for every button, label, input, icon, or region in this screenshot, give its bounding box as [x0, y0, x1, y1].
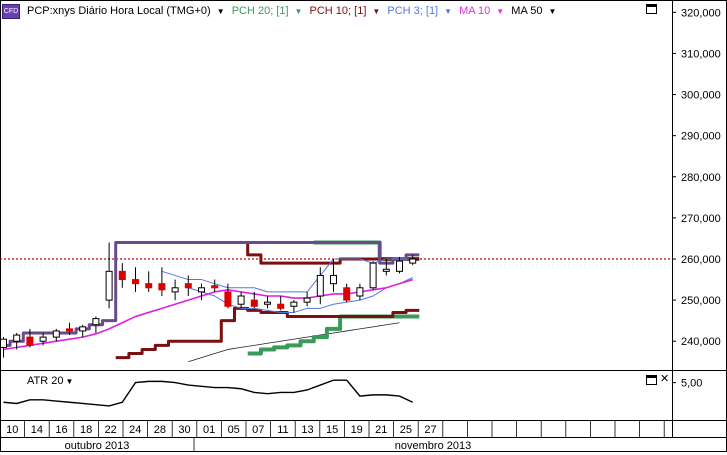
- candle-body: [198, 287, 205, 293]
- date-tick-label: 30: [178, 424, 190, 436]
- candle-body: [105, 270, 113, 301]
- candle-body: [237, 295, 245, 305]
- candle-body: [409, 258, 417, 264]
- pch10-upper-line: [115, 241, 420, 265]
- price-tick-label: 240,000: [681, 336, 721, 348]
- instrument-dropdown-icon[interactable]: ▼: [217, 7, 225, 16]
- candle-body: [224, 291, 232, 307]
- date-tick-label: 14: [31, 424, 43, 436]
- candle-body: [66, 328, 73, 332]
- date-tick-label: 01: [203, 424, 215, 436]
- candle-body: [92, 318, 100, 326]
- candle-body: [264, 301, 271, 305]
- legend-pch3[interactable]: PCH 3; [1]: [387, 5, 438, 17]
- candle-body: [39, 336, 47, 342]
- candle-body: [171, 287, 179, 293]
- pch3-dropdown-icon[interactable]: ▼: [444, 7, 452, 16]
- pch20-lower-line: [247, 314, 420, 356]
- candle-body: [211, 285, 219, 289]
- candle-body: [330, 274, 337, 285]
- candle-body: [118, 270, 126, 281]
- candle-body: [13, 334, 21, 342]
- date-tick-label: 11: [277, 424, 288, 436]
- month-label: outubro 2013: [65, 440, 130, 452]
- date-tick-label: 05: [228, 424, 240, 436]
- chart-canvas[interactable]: 320,000 310,000 300,000 290,000 280,000 270,0…: [0, 0, 727, 452]
- legend-pch10[interactable]: PCH 10; [1]: [310, 5, 367, 17]
- candle-body: [52, 330, 60, 338]
- atr-dropdown-icon[interactable]: ▼: [65, 377, 73, 386]
- date-tick-label: 24: [129, 424, 141, 436]
- candle-body: [158, 283, 166, 291]
- price-tick-label: 270,000: [681, 213, 721, 225]
- candle-body: [277, 303, 285, 309]
- main-panel-maximize-icon[interactable]: [646, 4, 657, 14]
- candle-body: [250, 299, 258, 307]
- atr-legend: ATR 20 ▼: [27, 375, 79, 388]
- legend-ma50[interactable]: MA 50: [511, 5, 542, 17]
- ma10-dropdown-icon[interactable]: ▼: [496, 7, 504, 16]
- month-label: novembro 2013: [395, 440, 471, 452]
- date-tick-label: 07: [252, 424, 264, 436]
- date-tick-label: 10: [6, 424, 18, 436]
- pch3-lower-line: [188, 277, 413, 313]
- candle-body: [79, 326, 87, 332]
- pch20-dropdown-icon[interactable]: ▼: [295, 7, 303, 16]
- date-tick-label: 27: [424, 424, 436, 436]
- candle-body: [356, 287, 364, 297]
- candle-body: [290, 301, 298, 307]
- instrument-title[interactable]: PCP:xnys Diário Hora Local (TMG+0): [27, 5, 211, 17]
- date-tick-label: 25: [400, 424, 412, 436]
- atr-label[interactable]: ATR 20: [27, 375, 63, 387]
- date-tick-label: 19: [351, 424, 363, 436]
- indicator-legend: PCP:xnys Diário Hora Local (TMG+0) ▼ PCH …: [27, 4, 560, 18]
- legend-ma10[interactable]: MA 10: [459, 5, 490, 17]
- atr-panel-close-icon[interactable]: ✕: [660, 374, 669, 385]
- candle-body: [184, 283, 192, 289]
- price-tick-label: 310,000: [681, 48, 721, 60]
- price-tick-label: 300,000: [681, 90, 721, 102]
- candle-body: [26, 336, 34, 346]
- cfd-badge-icon: CFD: [2, 4, 20, 19]
- date-tick-label: 18: [80, 424, 92, 436]
- pch20-upper-line: [313, 240, 420, 261]
- price-tick-label: 280,000: [681, 172, 721, 184]
- chart-window[interactable]: 320,000 310,000 300,000 290,000 280,000 270,0…: [0, 0, 727, 452]
- atr-panel-maximize-icon[interactable]: [646, 375, 657, 385]
- candle-body: [303, 297, 311, 303]
- price-tick-label: 260,000: [681, 254, 721, 266]
- candle-body: [343, 287, 351, 301]
- atr-tick-label: 5,00: [681, 378, 702, 390]
- chart-frame: [0, 0, 727, 452]
- legend-pch20[interactable]: PCH 20; [1]: [232, 5, 289, 17]
- candle-body: [369, 262, 377, 289]
- ma10-line: [3, 278, 413, 351]
- ma50-dropdown-icon[interactable]: ▼: [548, 7, 556, 16]
- date-tick-label: 21: [375, 424, 387, 436]
- price-tick-label: 290,000: [681, 131, 721, 143]
- price-tick-label: 250,000: [681, 295, 721, 307]
- date-tick-label: 22: [105, 424, 117, 436]
- candle-body: [0, 338, 7, 348]
- candle-body: [145, 283, 153, 289]
- candle-body: [382, 268, 390, 272]
- candle-body: [316, 274, 324, 297]
- date-tick-label: 28: [154, 424, 166, 436]
- candle-body: [132, 279, 139, 285]
- pch10-dropdown-icon[interactable]: ▼: [372, 7, 380, 16]
- date-tick-label: 13: [301, 424, 313, 436]
- candle-body: [396, 260, 403, 272]
- price-tick-label: 320,000: [681, 7, 721, 19]
- date-tick-label: 15: [326, 424, 338, 436]
- date-tick-label: 16: [55, 424, 67, 436]
